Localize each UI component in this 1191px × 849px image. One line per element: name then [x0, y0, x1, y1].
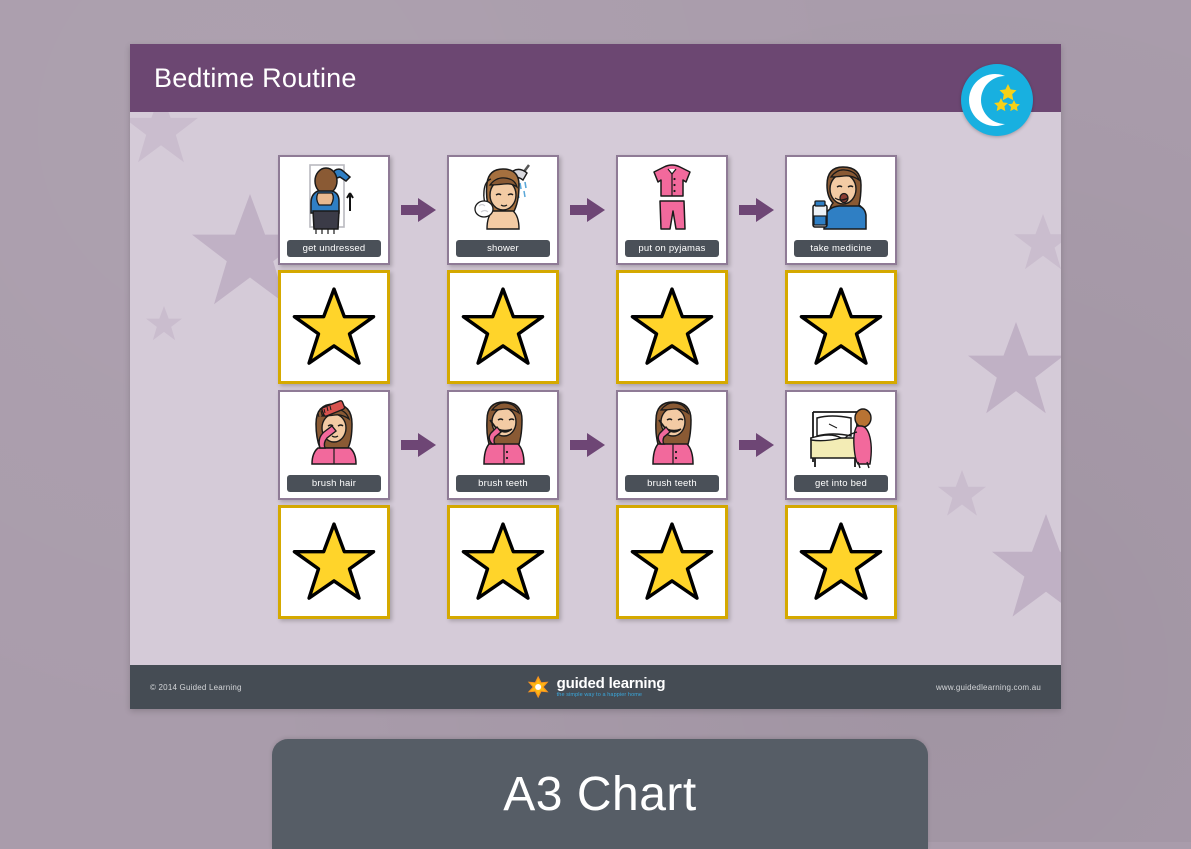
step-label: brush teeth [456, 475, 550, 492]
format-caption-label: A3 Chart [503, 767, 697, 821]
bedtime-routine-chart: Bedtime Routine get undressed shower put… [130, 44, 1061, 709]
girl-brushing-teeth-icon [457, 396, 549, 472]
reward-star-card[interactable] [447, 505, 559, 619]
picture-card[interactable]: get undressed [278, 155, 390, 265]
picture-card[interactable]: brush teeth [616, 390, 728, 500]
girl-in-shower-icon [457, 161, 549, 237]
format-caption-tab: A3 Chart [272, 739, 928, 849]
reward-star-card[interactable] [785, 270, 897, 384]
brand-name: guided learning [556, 674, 666, 692]
routine-step[interactable]: get into bed [785, 390, 897, 619]
step-label: brush hair [287, 475, 381, 492]
girl-brushing-hair-icon [288, 396, 380, 472]
girl-getting-undressed-icon [288, 161, 380, 237]
right-arrow-icon [390, 155, 447, 265]
gold-star-icon [461, 522, 545, 600]
routine-step[interactable]: brush teeth [616, 390, 728, 619]
right-arrow-icon [559, 390, 616, 500]
copyright-text: © 2014 Guided Learning [150, 682, 242, 692]
gold-star-icon [292, 287, 376, 365]
brand-lockup: guided learning the simple way to a happ… [526, 675, 666, 699]
reward-star-card[interactable] [616, 270, 728, 384]
reward-star-card[interactable] [278, 505, 390, 619]
gold-star-icon [461, 287, 545, 365]
gold-star-icon [292, 522, 376, 600]
reward-star-card[interactable] [616, 505, 728, 619]
picture-card[interactable]: brush hair [278, 390, 390, 500]
picture-card[interactable]: shower [447, 155, 559, 265]
page-title: Bedtime Routine [154, 62, 357, 93]
routine-row: get undressed shower put on pyjamas take… [278, 155, 897, 384]
routine-step[interactable]: brush hair [278, 390, 390, 619]
reward-star-card[interactable] [447, 270, 559, 384]
picture-card[interactable]: put on pyjamas [616, 155, 728, 265]
star-flower-logo-icon [526, 675, 550, 699]
step-label: take medicine [794, 240, 888, 257]
brand-words: guided learning the simple way to a happ… [557, 676, 666, 699]
routine-step[interactable]: put on pyjamas [616, 155, 728, 384]
step-label: get into bed [794, 475, 888, 492]
picture-card[interactable]: brush teeth [447, 390, 559, 500]
website-url: www.guidedlearning.com.au [935, 682, 1041, 692]
gold-star-icon [630, 287, 714, 365]
routine-step[interactable]: brush teeth [447, 390, 559, 619]
chart-header: Bedtime Routine [130, 44, 1061, 136]
picture-card[interactable]: take medicine [785, 155, 897, 265]
step-label: brush teeth [625, 475, 719, 492]
chart-footer: © 2014 Guided Learning guided learning t… [130, 665, 1061, 709]
pink-pyjamas-icon [626, 161, 718, 237]
routine-step[interactable]: get undressed [278, 155, 390, 384]
girl-taking-medicine-icon [795, 161, 887, 237]
girl-getting-into-bed-icon [795, 396, 887, 472]
brand-tagline: the simple way to a happier home [556, 691, 643, 698]
routine-step[interactable]: take medicine [785, 155, 897, 384]
reward-star-card[interactable] [278, 270, 390, 384]
step-label: get undressed [287, 240, 381, 257]
right-arrow-icon [728, 390, 785, 500]
right-arrow-icon [390, 390, 447, 500]
routine-step[interactable]: shower [447, 155, 559, 384]
right-arrow-icon [728, 155, 785, 265]
right-arrow-icon [559, 155, 616, 265]
gold-star-icon [799, 522, 883, 600]
step-label: put on pyjamas [625, 240, 719, 257]
picture-card[interactable]: get into bed [785, 390, 897, 500]
gold-star-icon [630, 522, 714, 600]
routine-grid: get undressed shower put on pyjamas take… [130, 112, 1061, 665]
gold-star-icon [799, 287, 883, 365]
reward-star-card[interactable] [785, 505, 897, 619]
step-label: shower [456, 240, 550, 257]
girl-brushing-teeth-icon [626, 396, 718, 472]
routine-row: brush hair brush teeth brush teeth get i… [278, 390, 897, 619]
